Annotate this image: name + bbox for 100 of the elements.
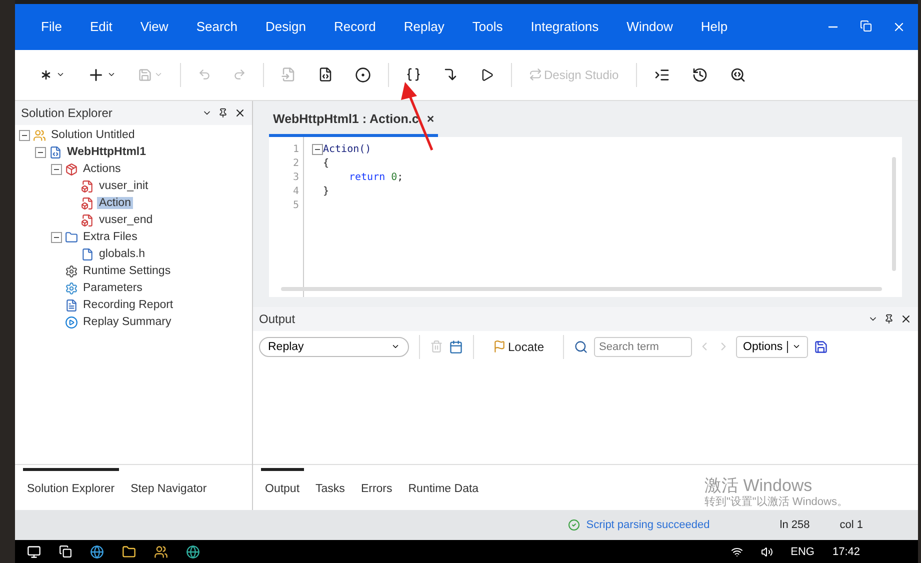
code-line: }: [323, 184, 330, 199]
script-icon: [49, 146, 62, 159]
menu-item[interactable]: File: [27, 19, 76, 34]
line-number: 5: [292, 198, 299, 213]
locate-button[interactable]: Locate: [484, 336, 554, 358]
flag-icon: [493, 340, 506, 354]
collapse-toggle[interactable]: [19, 130, 30, 141]
code-line: Action(): [323, 142, 372, 157]
tree-item[interactable]: Actions: [81, 163, 123, 176]
code-line: {: [323, 156, 330, 171]
menu-item[interactable]: Edit: [76, 19, 126, 34]
braces-icon: [406, 67, 421, 82]
step-arrow-icon: [443, 67, 458, 82]
tree-item[interactable]: Recording Report: [81, 299, 176, 312]
tree-item[interactable]: Runtime Settings: [81, 265, 173, 278]
collapse-toggle[interactable]: [51, 232, 62, 243]
file-icon: [81, 248, 94, 261]
collapse-toggle[interactable]: [51, 164, 62, 175]
line-number: 2: [292, 156, 299, 171]
pin-icon[interactable]: [884, 314, 894, 324]
line-number: 1: [292, 142, 299, 157]
panel-tab[interactable]: Tasks: [312, 468, 349, 508]
line-number: 4: [292, 184, 299, 199]
report-icon: [65, 298, 78, 312]
folder-icon[interactable]: [122, 544, 136, 559]
clock[interactable]: 17:42: [832, 546, 860, 558]
menu-item[interactable]: Integrations: [516, 19, 613, 34]
menu-item[interactable]: Record: [320, 19, 390, 34]
panel-tab[interactable]: Errors: [356, 468, 396, 508]
menu-item[interactable]: Help: [686, 19, 742, 34]
tree-item[interactable]: globals.h: [97, 248, 148, 260]
history-icon: [692, 66, 708, 83]
search-icon: [730, 66, 746, 83]
tree-item[interactable]: Parameters: [81, 282, 144, 294]
tree-item[interactable]: vuser_end: [97, 214, 155, 226]
action-icon: [81, 180, 94, 193]
action-icon: [81, 196, 94, 210]
browser-icon[interactable]: [186, 544, 200, 559]
tree-item[interactable]: WebHttpHtml1: [65, 146, 148, 158]
collapse-toggle[interactable]: [35, 146, 46, 158]
panel-tab[interactable]: Step Navigator: [126, 468, 211, 508]
menu-item[interactable]: Replay: [390, 19, 458, 34]
menu-item[interactable]: Window: [612, 19, 687, 34]
menu-item[interactable]: View: [126, 19, 182, 34]
calendar-icon[interactable]: [449, 340, 463, 354]
code-editor[interactable]: 1 2 3 4 5 Action() { return 0; }: [269, 136, 902, 297]
close-icon[interactable]: [900, 312, 912, 325]
play-icon: [480, 68, 494, 82]
panel-title: Solution Explorer: [21, 106, 114, 120]
files-icon: [65, 230, 78, 244]
code-line: return 0;: [349, 170, 404, 185]
restore-icon[interactable]: [860, 20, 872, 32]
file-icon: [281, 67, 296, 82]
tree-item[interactable]: Replay Summary: [81, 316, 174, 328]
pin-icon[interactable]: [218, 108, 228, 118]
repeat-icon: [529, 68, 542, 82]
browser-icon[interactable]: [90, 544, 104, 559]
settings-icon: [65, 264, 78, 278]
scrollbar[interactable]: [892, 156, 896, 271]
fold-toggle[interactable]: [312, 144, 323, 156]
indent-icon: [654, 66, 670, 83]
save-icon[interactable]: [814, 340, 828, 354]
task-view-icon[interactable]: [59, 545, 72, 558]
panel-title: Output: [259, 312, 296, 326]
search-field[interactable]: Search term: [594, 336, 692, 357]
app-icon[interactable]: [154, 544, 168, 559]
menu-item[interactable]: Tools: [458, 19, 517, 34]
line-number: 3: [292, 170, 299, 185]
tree-item[interactable]: vuser_init: [97, 180, 150, 192]
undo-icon: [198, 68, 211, 82]
record-icon: [355, 66, 371, 83]
redo-icon: [233, 68, 246, 82]
panel-tab[interactable]: Runtime Data: [404, 468, 483, 508]
options-button[interactable]: Options: [736, 336, 808, 358]
close-icon[interactable]: [234, 106, 246, 119]
success-icon: [568, 519, 580, 532]
save-icon: [138, 68, 152, 82]
menu-item[interactable]: Search: [182, 19, 252, 34]
summary-icon: [65, 316, 78, 329]
action-icon: [81, 214, 94, 227]
column-indicator: col 1: [840, 519, 863, 532]
volume-icon[interactable]: [760, 546, 773, 558]
file-code-icon: [318, 67, 333, 82]
language-indicator[interactable]: ENG: [790, 546, 814, 558]
params-icon: [65, 282, 78, 295]
status-message: Script parsing succeeded: [586, 519, 710, 532]
scrollbar[interactable]: [281, 286, 882, 291]
panel-tab[interactable]: Solution Explorer: [23, 468, 119, 508]
source-dropdown[interactable]: Replay: [259, 336, 409, 357]
activation-title: 激活 Windows: [704, 477, 814, 496]
line-indicator: ln 258: [780, 519, 810, 532]
search-icon[interactable]: [574, 340, 588, 354]
menu-item[interactable]: Design: [252, 19, 320, 34]
tree-item[interactable]: Action: [97, 197, 133, 210]
tree-item[interactable]: Extra Files: [81, 231, 140, 244]
activation-hint: 转到"设置"以激活 Windows。: [704, 496, 848, 508]
tree-item[interactable]: Solution Untitled: [49, 129, 137, 142]
panel-tab[interactable]: Output: [261, 468, 304, 508]
solution-icon: [33, 128, 46, 142]
actions-icon: [65, 162, 78, 176]
